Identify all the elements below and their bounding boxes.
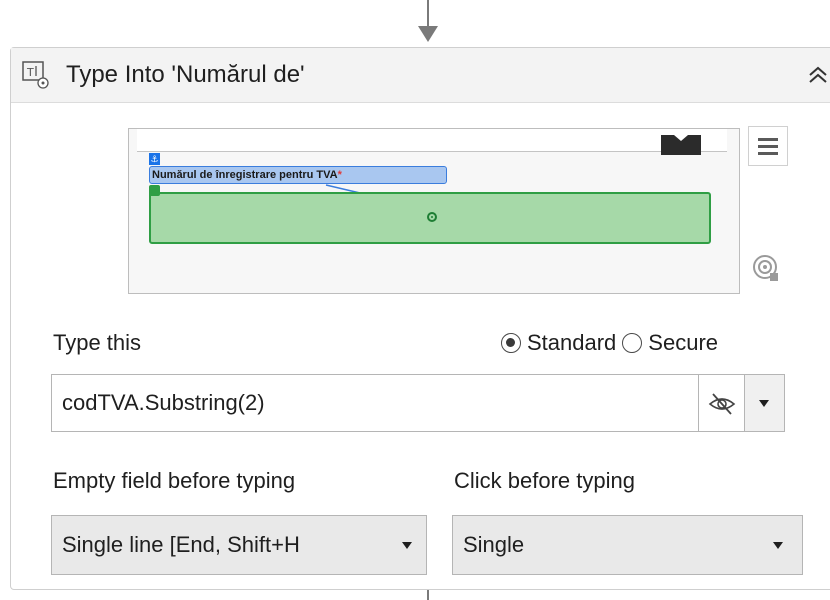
target-element	[149, 192, 711, 244]
target-indicate-icon[interactable]	[751, 253, 783, 285]
hamburger-menu-icon[interactable]	[748, 126, 788, 166]
input-mode-radio-group: Standard Secure	[501, 328, 724, 358]
type-into-icon: T	[22, 61, 49, 89]
anchor-label-text: Numărul de înregistrare pentru TVA	[152, 169, 338, 181]
empty-field-value: Single line [End, Shift+H	[62, 532, 300, 557]
target-preview[interactable]: ⚓ Numărul de înregistrare pentru TVA*	[128, 128, 740, 294]
connector-line-top	[427, 0, 429, 28]
anchor-element: Numărul de înregistrare pentru TVA*	[149, 166, 447, 184]
secure-radio[interactable]	[622, 333, 643, 353]
click-before-label: Click before typing	[454, 468, 635, 493]
type-this-label: Type this	[53, 330, 142, 355]
caret-down-icon	[402, 542, 412, 549]
empty-field-label: Empty field before typing	[53, 468, 296, 493]
preview-topbar	[137, 129, 727, 152]
click-before-select[interactable]: Single	[452, 515, 803, 575]
eye-slash-icon[interactable]	[699, 374, 745, 432]
preview-dropdown-marker	[661, 135, 701, 155]
required-mark: *	[337, 169, 342, 181]
double-chevron-up-icon[interactable]	[805, 62, 830, 88]
connector-arrow-icon	[418, 26, 438, 42]
standard-radio-label[interactable]: Standard	[527, 330, 616, 356]
caret-down-icon	[773, 542, 783, 549]
connector-line-bottom	[427, 590, 429, 600]
activity-title: Type Into 'Numărul de'	[66, 61, 305, 88]
click-before-value: Single	[463, 532, 525, 557]
target-center-icon	[427, 212, 437, 222]
secure-radio-label[interactable]: Secure	[648, 330, 718, 356]
activity-header[interactable]: T Type Into 'Numărul de'	[11, 48, 830, 103]
value-dropdown-button[interactable]	[745, 374, 785, 432]
caret-down-icon	[759, 400, 769, 407]
standard-radio[interactable]	[501, 333, 521, 353]
target-marker-icon	[149, 185, 160, 196]
empty-field-select[interactable]: Single line [End, Shift+H	[51, 515, 427, 575]
type-this-input[interactable]: codTVA.Substring(2)	[51, 374, 699, 432]
anchor-icon: ⚓	[149, 153, 160, 165]
svg-text:T: T	[26, 66, 34, 79]
type-into-activity[interactable]: T Type Into 'Numărul de' ⚓ Numărul de în…	[10, 47, 830, 590]
